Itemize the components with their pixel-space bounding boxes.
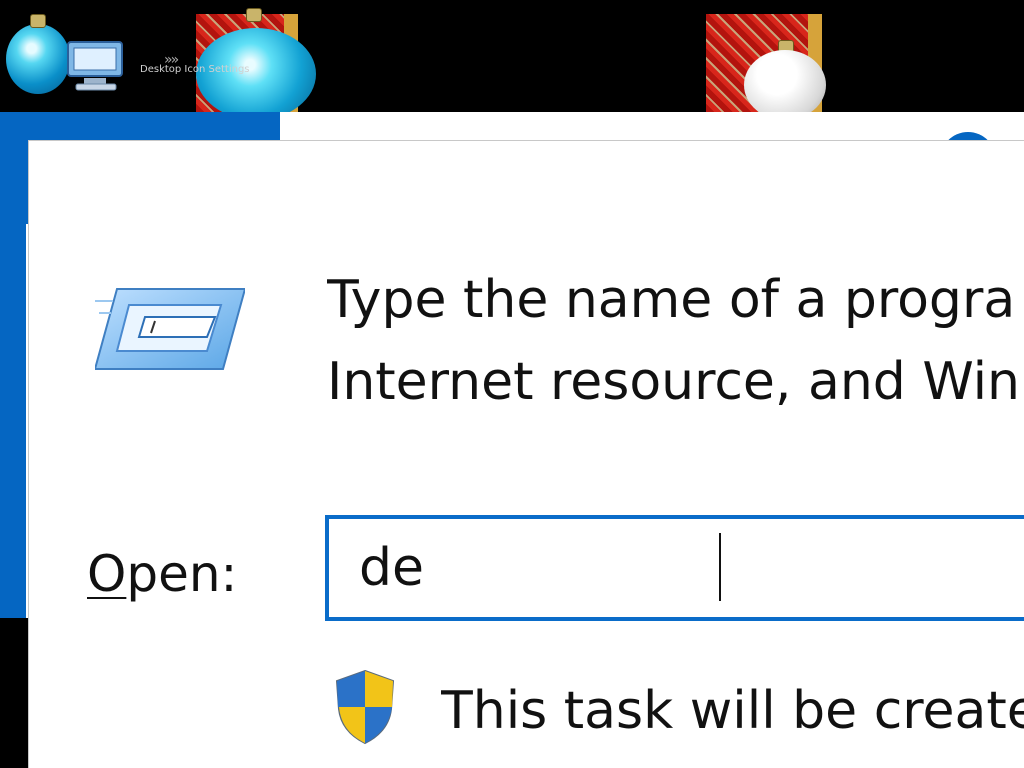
prompt-line-1: Type the name of a progra [327,270,1016,330]
run-icon [95,288,245,370]
open-field[interactable] [325,515,1024,621]
ornament-cap [30,14,46,28]
ornament-cap [246,8,262,22]
run-prompt-text: Type the name of a progra Internet resou… [327,259,1024,423]
open-input[interactable] [329,519,1024,617]
text-caret [719,533,721,601]
desktop-background: »» Desktop Icon Settings [0,0,1024,120]
screen: »» Desktop Icon Settings Type the name o… [0,0,1024,768]
desktop-shortcut-label[interactable]: Desktop Icon Settings [140,64,250,75]
open-label-rest: pen: [126,545,238,603]
uac-notice-text: This task will be create [441,681,1024,741]
run-dialog: Type the name of a progra Internet resou… [28,140,1024,768]
ornament-ball-icon [744,50,826,120]
shortcut-icon[interactable] [62,38,132,94]
ornament-ball-icon [6,24,70,94]
uac-shield-icon [335,669,395,745]
open-label: Open: [87,545,237,603]
open-label-mnemonic: O [87,545,127,603]
prompt-line-2: Internet resource, and Win [327,352,1021,412]
